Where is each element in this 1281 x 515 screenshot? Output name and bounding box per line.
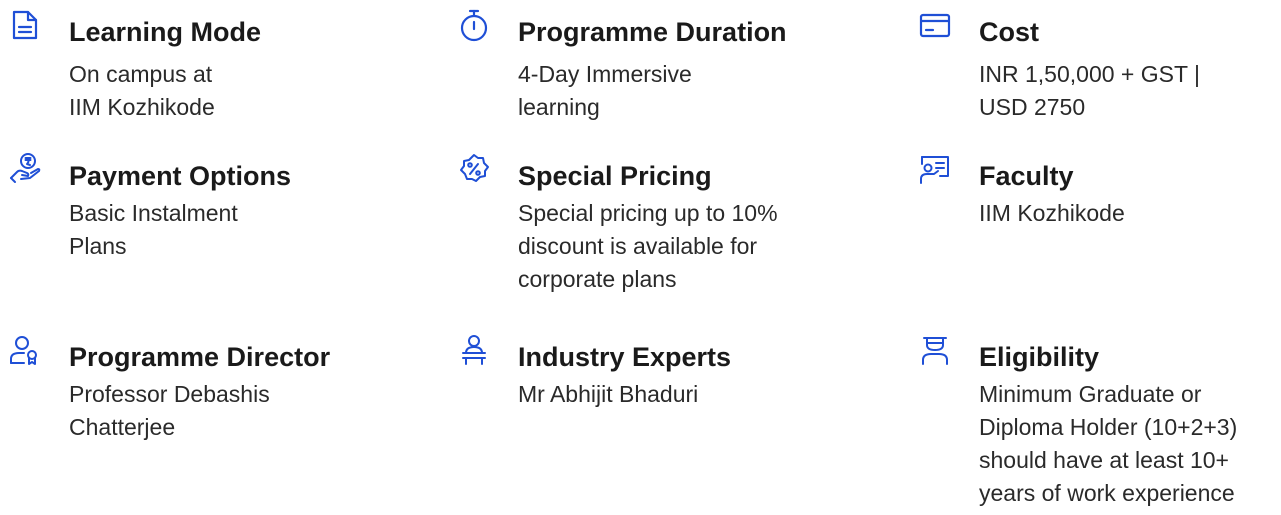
item-description: Special pricing up to 10% discount is av… [518,197,778,296]
item-description: Mr Abhijit Bhaduri [518,378,698,411]
item-description: 4-Day Immersive learning [518,58,692,124]
desc-line: Special pricing up to 10% [518,200,778,226]
item-title: Special Pricing [518,161,712,191]
director-icon [8,333,42,367]
card-icon [918,8,952,42]
desc-line: IIM Kozhikode [979,200,1125,226]
desc-line: Plans [69,233,127,259]
desc-line: should have at least 10+ [979,447,1229,473]
desc-line: corporate plans [518,266,677,292]
desc-line: IIM Kozhikode [69,94,215,120]
item-title: Cost [979,17,1039,47]
item-title: Programme Duration [518,17,787,47]
stopwatch-icon [457,8,491,42]
desc-line: years of work experience [979,480,1235,506]
presenter-icon [457,333,491,367]
desc-line: learning [518,94,600,120]
item-description: Professor Debashis Chatterjee [69,378,270,444]
faculty-board-icon [918,152,952,186]
desc-line: discount is available for [518,233,758,259]
item-description: INR 1,50,000 + GST | USD 2750 [979,58,1200,124]
item-title: Faculty [979,161,1074,191]
item-title: Eligibility [979,342,1100,372]
desc-line: 4-Day Immersive [518,61,692,87]
payment-hand-icon [8,152,42,186]
item-title: Learning Mode [69,17,262,47]
desc-line: Diploma Holder (10+2+3) [979,414,1238,440]
desc-line: Minimum Graduate or [979,381,1202,407]
desc-line: Professor Debashis [69,381,270,407]
desc-line: On campus at [69,61,213,87]
document-icon [8,8,42,42]
item-description: Basic Instalment Plans [69,197,238,263]
item-title: Payment Options [69,161,292,191]
discount-badge-icon [457,152,491,186]
desc-line: Mr Abhijit Bhaduri [518,381,699,407]
item-description: Minimum Graduate or Diploma Holder (10+2… [979,378,1237,510]
graduate-icon [918,333,952,367]
programme-info-grid: Learning Mode On campus at IIM Kozhikode… [0,0,1281,515]
item-description: On campus at IIM Kozhikode [69,58,215,124]
item-title: Programme Director [69,342,331,372]
desc-line: Basic Instalment [69,200,238,226]
item-title: Industry Experts [518,342,732,372]
desc-line: Chatterjee [69,414,176,440]
desc-line: INR 1,50,000 + GST | [979,61,1200,87]
desc-line: USD 2750 [979,94,1086,120]
item-description: IIM Kozhikode [979,197,1125,230]
